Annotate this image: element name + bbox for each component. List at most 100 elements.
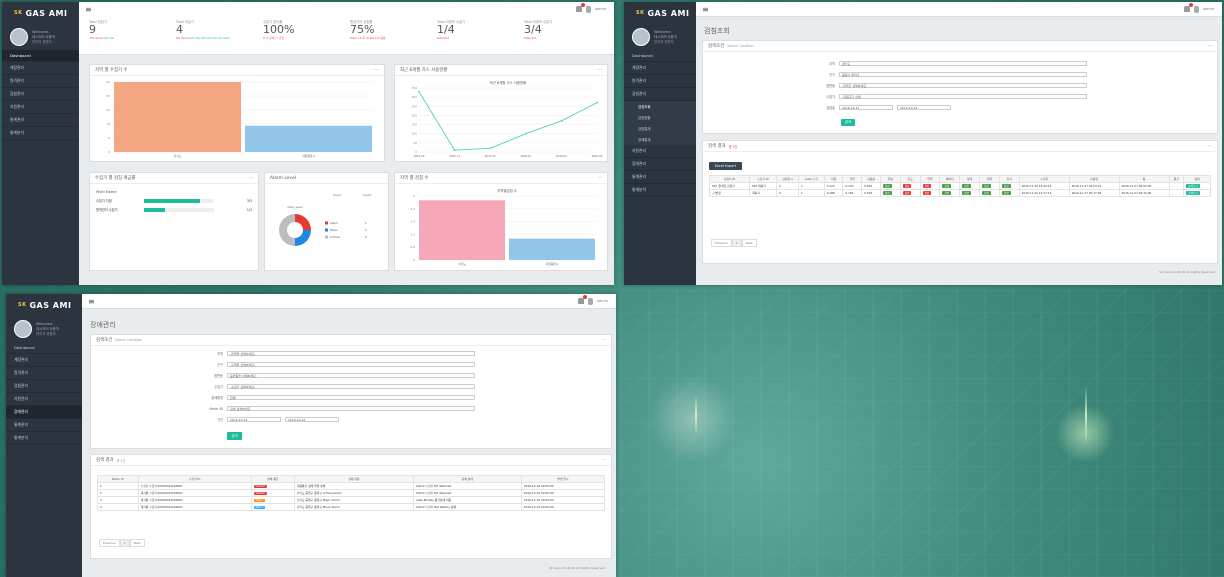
alarm-level-box: Alarm Level Alarm Level Count Count Alarm 1 M…	[264, 172, 389, 271]
legend-label: Major	[330, 228, 339, 232]
table-row[interactable]: 3 계기통 수집기/20160322200001 Major 경기도 중원구 중원구 …	[97, 496, 605, 504]
detail-button[interactable]: 상세보기	[1186, 191, 1200, 195]
sidebar-item[interactable]: 자원관리	[6, 393, 82, 406]
sidebar-item[interactable]: 검침조회	[624, 101, 696, 112]
collapse-icon[interactable]: —	[1208, 44, 1212, 49]
sidebar-item[interactable]: 통계분석	[6, 432, 82, 445]
column-header: 장애 종류	[250, 475, 295, 483]
y-tick-label: 250	[412, 104, 418, 108]
date-end-input[interactable]: 2016-10-22	[897, 105, 951, 110]
field-select[interactable]: -지역구 선택하세요-	[839, 83, 1087, 88]
table-row[interactable]: 4 계기통 수집기/20160322200001 Minor 경기도 중원구 중원구 …	[97, 503, 605, 511]
sidebar-item[interactable]: Dashboard	[624, 50, 696, 62]
legend-value: 2	[365, 235, 367, 239]
field-select[interactable]: -구역을 선택하세요-	[227, 362, 475, 367]
collapse-icon[interactable]: —	[249, 176, 253, 181]
sidebar-item[interactable]: 통계관리	[624, 171, 696, 184]
column-header: 장애 상태	[413, 475, 522, 483]
column-header: 동	[1118, 175, 1170, 183]
table-row[interactable]: SKT_원격검 검침기 SKT 계량기 0 1 0.123 0.120 0.003 정상 정상 정…	[709, 182, 1211, 190]
sidebar-item[interactable]: 원격관리	[6, 367, 82, 380]
table-cell: 2016-11-27 05:17:04	[1068, 189, 1120, 197]
table-cell: 1	[798, 189, 825, 197]
sidebar-item[interactable]: Dashboard	[6, 342, 82, 354]
date-end-input[interactable]: 2016-10-22	[285, 417, 339, 422]
prev-button[interactable]: Previous	[711, 239, 732, 247]
field-select[interactable]: 검색 검색하세요	[227, 406, 475, 411]
field-select[interactable]: -지원구기 선택-	[839, 94, 1087, 99]
sidebar-item[interactable]: 원격관리	[2, 75, 79, 88]
date-start-input[interactable]: 2016-10-21	[839, 105, 893, 110]
prev-button[interactable]: Previous	[99, 539, 120, 547]
table-cell: 정상	[939, 189, 961, 197]
menu-toggle-icon[interactable]: ≡	[85, 5, 92, 14]
user-icon[interactable]	[587, 297, 593, 305]
table-cell: 상세보기	[1183, 189, 1211, 197]
sidebar-item[interactable]: 계량관리	[2, 62, 79, 75]
sidebar-item[interactable]: 검침현황	[624, 112, 696, 123]
logo: SK GAS AMI	[2, 2, 79, 24]
collapse-icon[interactable]: —	[602, 458, 606, 463]
user-menu[interactable]: admin	[597, 299, 608, 303]
detail-button[interactable]: 상세보기	[1186, 184, 1200, 188]
menu-toggle-icon[interactable]: ≡	[702, 5, 709, 14]
sidebar-item[interactable]: 검침관리	[6, 380, 82, 393]
collapse-icon[interactable]: —	[598, 176, 602, 181]
y-tick-label: 1.8	[411, 220, 416, 224]
field-select[interactable]: 경기도	[839, 61, 1087, 66]
field-select[interactable]: 읍면동을 선택하세요-	[227, 373, 475, 378]
search-button[interactable]: 검색	[227, 432, 242, 440]
sidebar-item[interactable]: 자원관리	[2, 101, 79, 114]
table-row[interactable]: -기본형 계측기 0 1 0.168 0.165 0.003 정상 정상 정상 정상 정상 정상 정상 20…	[709, 189, 1211, 197]
next-button[interactable]: Next	[741, 239, 757, 247]
bell-icon[interactable]	[577, 295, 587, 304]
user-menu[interactable]: admin	[595, 7, 606, 11]
field-select[interactable]: 중원시 빌라구	[839, 72, 1087, 77]
column-header: 상세	[1183, 175, 1211, 183]
page-button[interactable]: 1	[119, 539, 130, 547]
user-menu[interactable]: admin	[1203, 7, 1214, 11]
sidebar-item[interactable]: 장애통계	[624, 134, 696, 145]
date-start-input[interactable]: 2016-10-21	[227, 417, 281, 422]
sidebar-item[interactable]: 통계분석	[2, 127, 79, 140]
table-row[interactable]: 1 수집기 수집기/20160322200001 Critical 계량통신 장애 발…	[97, 482, 605, 490]
sidebar-item[interactable]: 계량관리	[6, 354, 82, 367]
legend-value: 1	[365, 221, 367, 225]
table-cell: Major	[250, 496, 295, 504]
sidebar-item[interactable]: 원격관리	[624, 75, 696, 88]
column-header: 상태	[959, 175, 980, 183]
table-row[interactable]: 2 계기통 수집기/20160322200001 Critical 경기도 중원구 중…	[97, 489, 605, 497]
sidebar-item[interactable]: 검침관리	[2, 88, 79, 101]
stat-sub-a: Total 0/4	[437, 36, 449, 40]
sidebar-item[interactable]: 통계관리	[6, 419, 82, 432]
sidebar-item[interactable]: 검침관리	[624, 88, 696, 101]
bell-icon[interactable]	[1183, 3, 1193, 12]
background-image	[620, 290, 1224, 577]
search-field-row: 군구 중원시 빌라구	[813, 72, 1087, 77]
search-button[interactable]: 검색	[841, 119, 855, 126]
user-icon[interactable]	[585, 5, 591, 13]
sidebar-item[interactable]: 계량관리	[624, 62, 696, 75]
sidebar-item[interactable]: Dashboard	[2, 50, 79, 62]
field-select[interactable]: -수집기 선택하세요-	[227, 384, 475, 389]
column-header: 수집기 ID	[749, 175, 777, 183]
sidebar-item[interactable]: 장애관리	[624, 158, 696, 171]
collapse-icon[interactable]: —	[602, 338, 606, 343]
field-select[interactable]: 전체	[227, 395, 475, 400]
sidebar-item[interactable]: 자원관리	[624, 145, 696, 158]
sidebar-item[interactable]: 장애관리	[6, 406, 82, 419]
collapse-icon[interactable]: —	[1208, 144, 1212, 149]
excel-export-button[interactable]: Excel Export	[709, 162, 742, 170]
collapse-icon[interactable]: —	[598, 68, 602, 73]
sidebar-item[interactable]: 검침통계	[624, 123, 696, 134]
table-cell: 상세보기	[1183, 182, 1211, 190]
menu-toggle-icon[interactable]: ≡	[88, 297, 95, 306]
user-icon[interactable]	[1193, 5, 1199, 13]
page-button[interactable]: 1	[731, 239, 742, 247]
bell-icon[interactable]	[575, 3, 585, 12]
sidebar-item[interactable]: 통계관리	[2, 114, 79, 127]
next-button[interactable]: Next	[129, 539, 145, 547]
collapse-icon[interactable]: —	[375, 68, 379, 73]
sidebar-item[interactable]: 통계분석	[624, 184, 696, 197]
field-select[interactable]: -지역을 선택하세요-	[227, 351, 475, 356]
